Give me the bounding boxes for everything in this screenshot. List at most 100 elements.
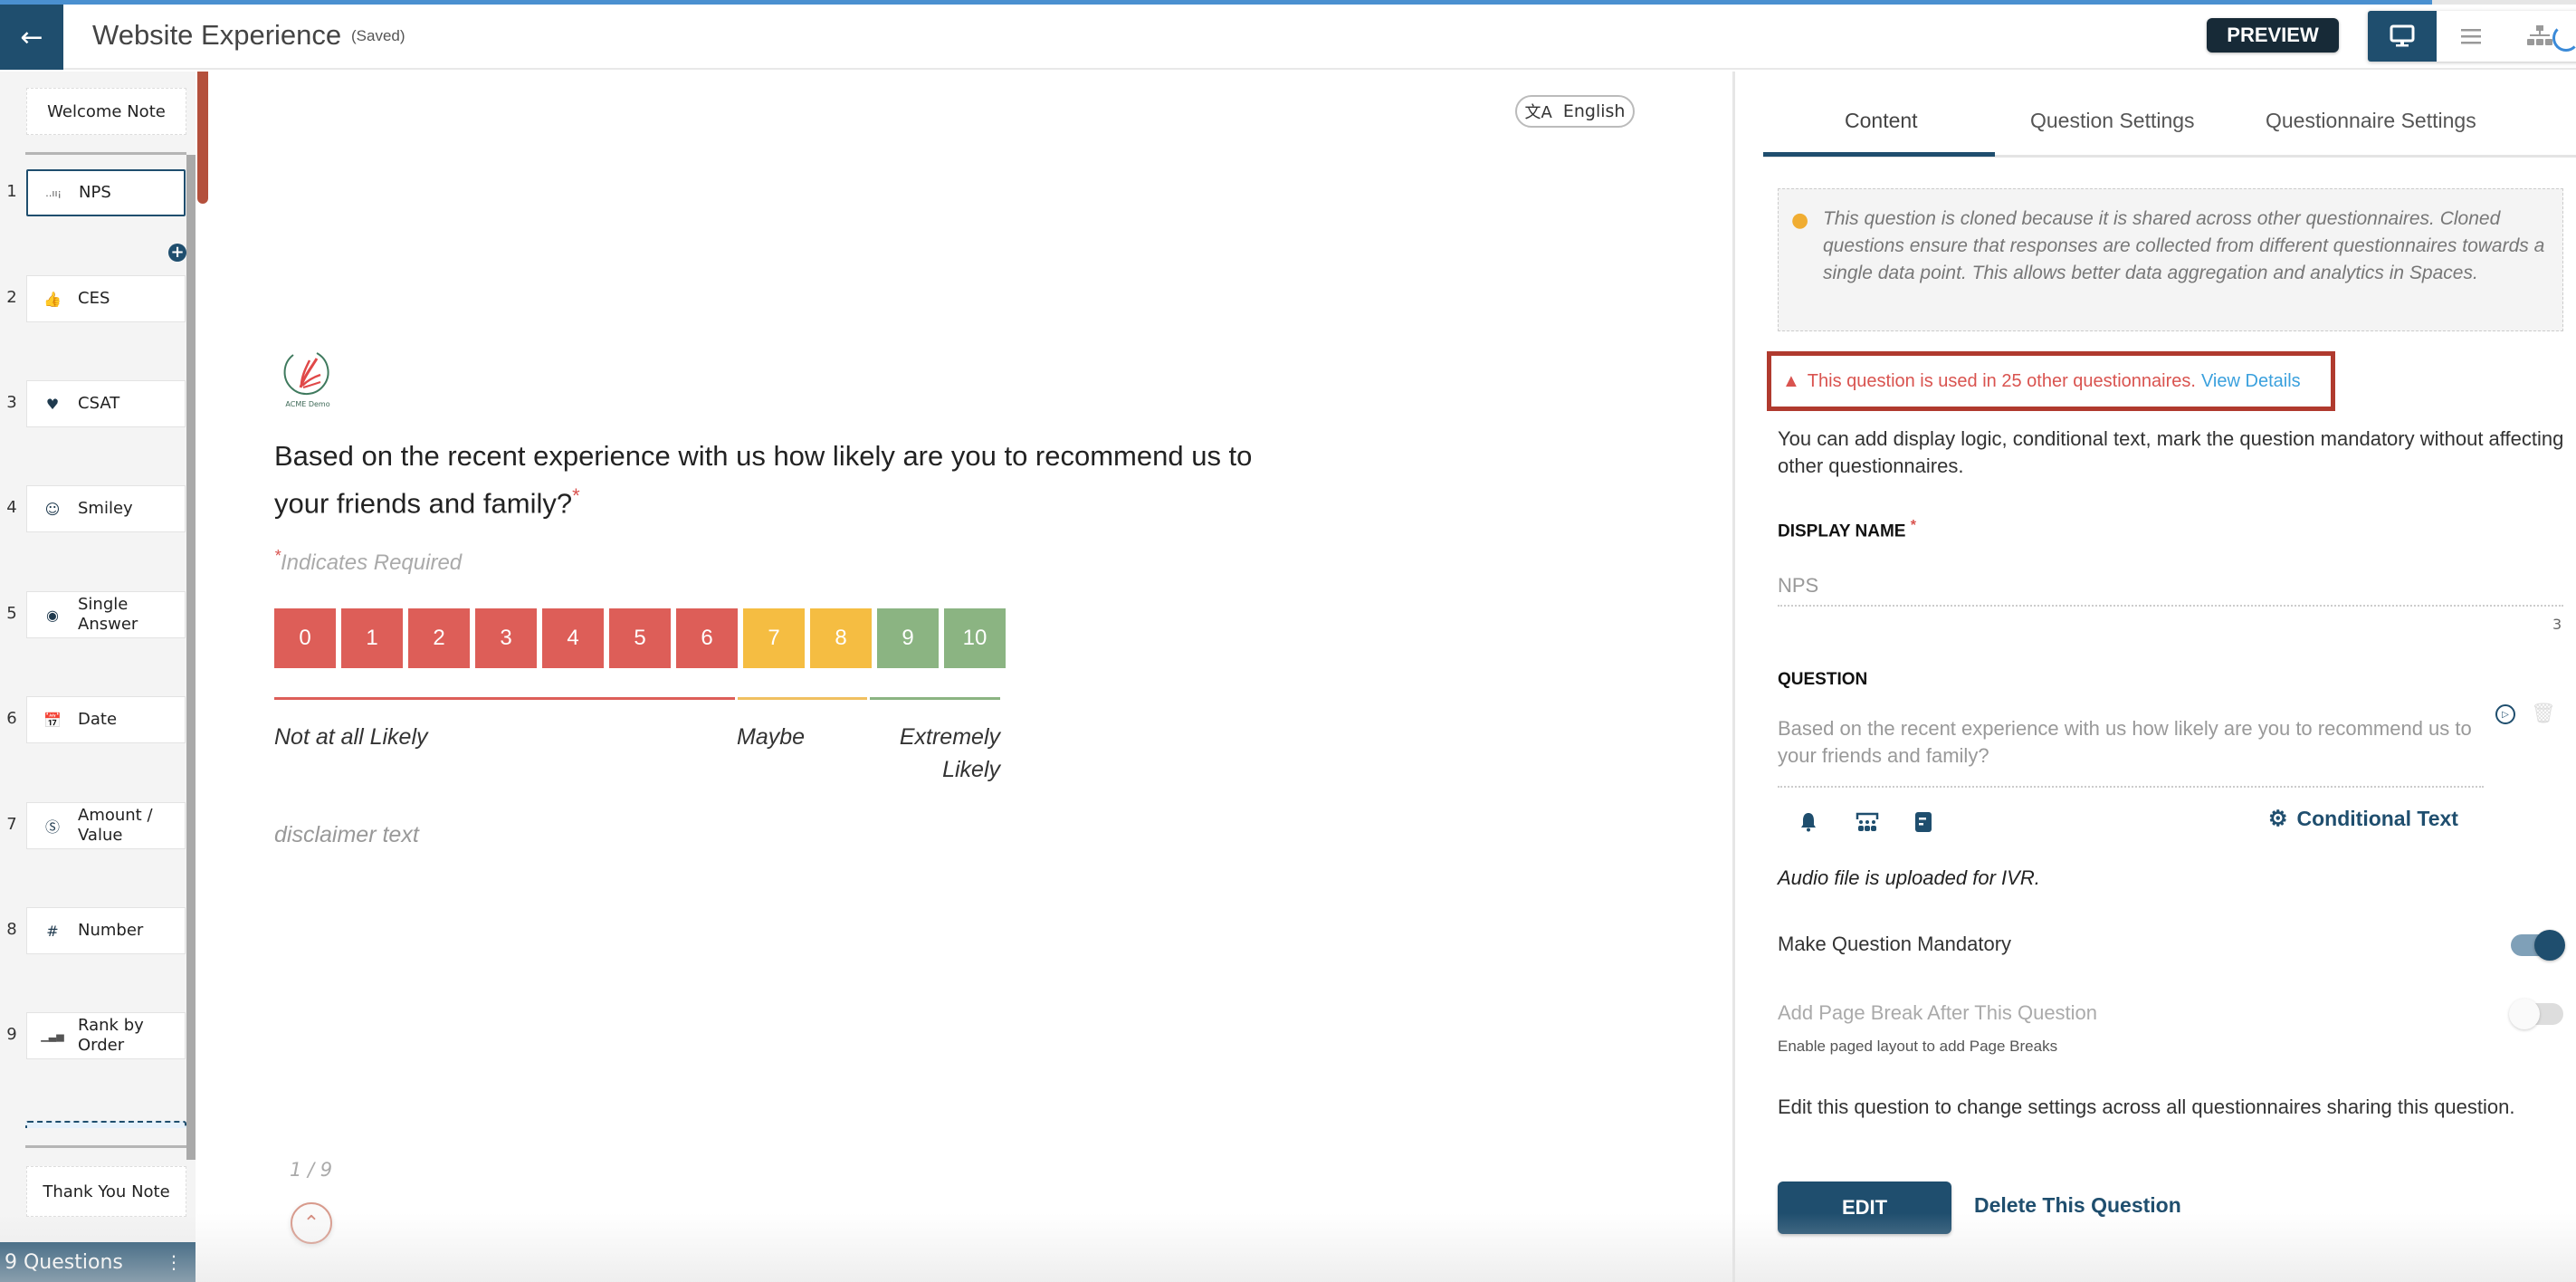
question-number: 1 bbox=[6, 182, 17, 201]
edit-note: Edit this question to change settings ac… bbox=[1778, 1095, 2515, 1118]
sidebar-item-number[interactable]: # Number bbox=[26, 907, 186, 954]
passive-line bbox=[738, 697, 867, 700]
nps-option-10[interactable]: 10 bbox=[944, 608, 1006, 668]
nps-option-6[interactable]: 6 bbox=[676, 608, 738, 668]
more-vertical-icon[interactable]: ⋮ bbox=[165, 1251, 183, 1273]
panel-tabs: Content Question Settings Questionnaire … bbox=[1763, 101, 2576, 158]
scroll-up-button[interactable]: ⌃ bbox=[291, 1202, 332, 1244]
translate-icon: 文A bbox=[1524, 103, 1552, 122]
hash-icon: # bbox=[46, 922, 59, 940]
edit-button[interactable]: EDIT bbox=[1778, 1182, 1951, 1234]
divider bbox=[25, 1145, 186, 1148]
required-star: * bbox=[1910, 518, 1916, 533]
canvas-scrollbar[interactable] bbox=[197, 72, 208, 204]
list-view-button[interactable] bbox=[2437, 11, 2505, 62]
logo-text: ACME Demo bbox=[285, 400, 330, 408]
shared-warning: ▲ This question is used in 25 other ques… bbox=[1767, 351, 2335, 411]
sidebar-item-label: CES bbox=[78, 289, 110, 308]
welcome-note-item[interactable]: Welcome Note bbox=[26, 88, 186, 135]
question-number: 9 bbox=[6, 1025, 17, 1044]
lightbulb-icon: ● bbox=[1791, 209, 1809, 232]
add-question-button[interactable]: + bbox=[168, 244, 186, 262]
conditional-text-button[interactable]: ⚙ Conditional Text bbox=[2268, 806, 2458, 832]
sidebar-scrollbar[interactable] bbox=[186, 155, 196, 1160]
back-button[interactable]: ← bbox=[0, 5, 63, 70]
warning-text: This question is used in 25 other questi… bbox=[1807, 370, 2196, 391]
sitemap-icon bbox=[2527, 25, 2552, 45]
view-details-link[interactable]: View Details bbox=[2201, 371, 2301, 392]
promoter-line bbox=[870, 697, 1000, 700]
sidebar-item-label: Smiley bbox=[78, 499, 133, 518]
page-break-toggle[interactable] bbox=[2509, 999, 2563, 1029]
question-number: 4 bbox=[6, 498, 17, 517]
mandatory-toggle[interactable] bbox=[2511, 930, 2565, 961]
loading-spinner bbox=[2552, 24, 2576, 52]
sidebar-item-label: Single Answer bbox=[78, 595, 138, 634]
page-title: Website Experience bbox=[92, 19, 342, 51]
delete-question-link[interactable]: Delete This Question bbox=[1974, 1193, 2181, 1218]
play-audio-icon[interactable]: ▷ bbox=[2495, 704, 2515, 724]
dollar-coin-icon: Ⓢ bbox=[44, 818, 60, 836]
required-star: * bbox=[572, 484, 580, 507]
form-icon[interactable] bbox=[1911, 809, 1936, 835]
sidebar-item-amount-value[interactable]: Ⓢ Amount / Value bbox=[26, 802, 186, 849]
nps-option-4[interactable]: 4 bbox=[542, 608, 604, 668]
desktop-view-button[interactable] bbox=[2368, 11, 2437, 62]
clone-info-box: ● This question is cloned because it is … bbox=[1778, 188, 2563, 331]
sidebar-item-nps[interactable]: ‥ıı¡ NPS bbox=[26, 169, 186, 216]
sidebar-item-label: CSAT bbox=[78, 394, 120, 413]
scale-label-low: Not at all Likely bbox=[274, 724, 428, 750]
nps-option-8[interactable]: 8 bbox=[810, 608, 872, 668]
nps-scale-icon: ‥ıı¡ bbox=[45, 187, 62, 199]
tab-content[interactable]: Content bbox=[1845, 109, 1918, 133]
nps-option-9[interactable]: 9 bbox=[877, 608, 939, 668]
sidebar-item-label: Rank by Order bbox=[78, 1016, 144, 1055]
warning-triangle-icon: ▲ bbox=[1782, 370, 1800, 391]
tab-questionnaire-settings[interactable]: Questionnaire Settings bbox=[2266, 109, 2476, 133]
sidebar-item-rank-by-order[interactable]: ▁▃▅ Rank by Order bbox=[26, 1012, 186, 1059]
sidebar-item-csat[interactable]: ♥ CSAT bbox=[26, 380, 186, 427]
language-label: English bbox=[1562, 101, 1626, 121]
menu-icon bbox=[2461, 29, 2481, 44]
sidebar-item-single-answer[interactable]: ◉ Single Answer bbox=[26, 591, 186, 638]
nps-option-7[interactable]: 7 bbox=[743, 608, 805, 668]
audience-icon[interactable] bbox=[1855, 809, 1880, 835]
app-header: ← Website Experience (Saved) PREVIEW bbox=[0, 5, 2576, 70]
nps-option-2[interactable]: 2 bbox=[408, 608, 470, 668]
question-input[interactable]: Based on the recent experience with us h… bbox=[1778, 715, 2484, 788]
trash-icon[interactable]: 🗑 bbox=[2531, 703, 2556, 725]
save-status: (Saved) bbox=[351, 27, 405, 44]
smiley-icon: ☺ bbox=[44, 500, 61, 518]
sidebar-item-ces[interactable]: 👍 CES bbox=[26, 275, 186, 322]
nps-scale: 0 1 2 3 4 5 6 7 8 9 10 bbox=[274, 608, 1006, 668]
audio-note: Audio file is uploaded for IVR. bbox=[1778, 866, 2040, 889]
thank-you-note-item[interactable]: Thank You Note bbox=[26, 1166, 186, 1217]
nps-option-1[interactable]: 1 bbox=[341, 608, 403, 668]
scale-label-high: Extremely Likely bbox=[899, 724, 1000, 782]
conditional-text-label: Conditional Text bbox=[2296, 807, 2458, 830]
active-tab-indicator bbox=[1763, 152, 1995, 157]
language-selector[interactable]: 文A English bbox=[1515, 95, 1635, 128]
nps-option-5[interactable]: 5 bbox=[609, 608, 671, 668]
drop-zone[interactable] bbox=[25, 1121, 186, 1128]
sidebar-item-smiley[interactable]: ☺ Smiley bbox=[26, 485, 186, 532]
arrow-left-icon: ← bbox=[20, 21, 43, 53]
bell-icon[interactable] bbox=[1796, 809, 1821, 835]
view-mode-switcher bbox=[2368, 11, 2576, 62]
question-number: 3 bbox=[6, 393, 17, 412]
heart-icon: ♥ bbox=[45, 395, 60, 413]
clone-info-text: This question is cloned because it is sh… bbox=[1823, 208, 2545, 283]
display-logic-note: You can add display logic, conditional t… bbox=[1778, 427, 2564, 477]
question-sidebar: Welcome Note 1 ‥ıı¡ NPS 2 👍 CES 3 ♥ CSAT 4 ☺ Smiley… bbox=[0, 72, 196, 1242]
display-name-input[interactable] bbox=[1778, 567, 2563, 607]
sidebar-item-date[interactable]: 📅 Date bbox=[26, 696, 186, 743]
tab-question-settings[interactable]: Question Settings bbox=[2030, 109, 2195, 133]
gears-icon: ⚙ bbox=[2268, 807, 2288, 831]
divider bbox=[25, 152, 186, 155]
sidebar-item-label: Number bbox=[78, 921, 144, 940]
nps-option-0[interactable]: 0 bbox=[274, 608, 336, 668]
nps-option-3[interactable]: 3 bbox=[475, 608, 537, 668]
preview-button[interactable]: PREVIEW bbox=[2207, 18, 2339, 53]
radio-icon: ◉ bbox=[46, 606, 59, 624]
question-number: 6 bbox=[6, 709, 17, 728]
